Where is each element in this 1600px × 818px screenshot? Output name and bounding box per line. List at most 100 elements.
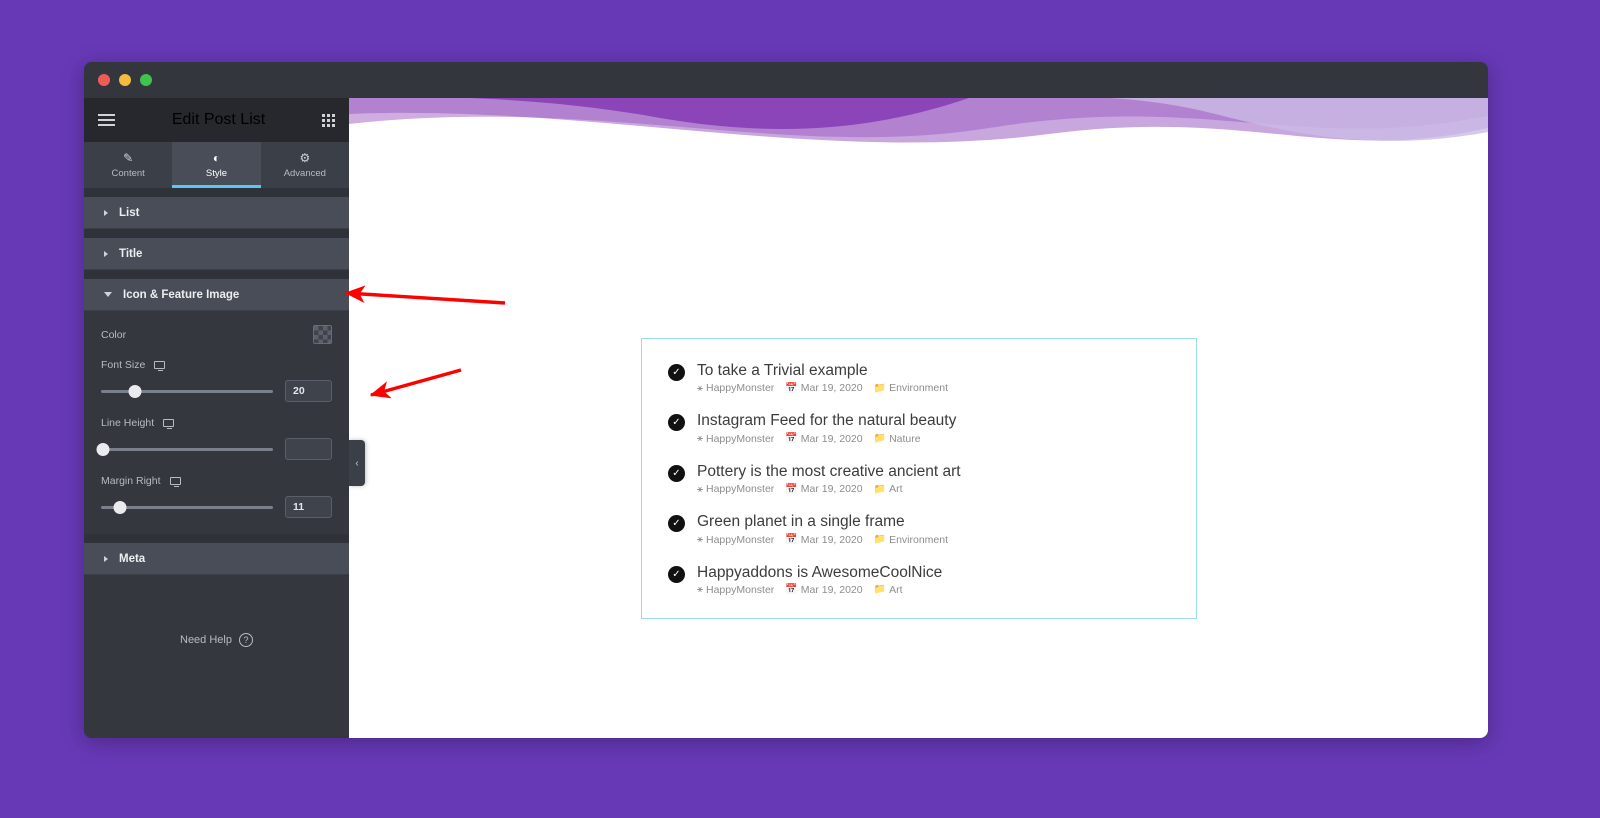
color-control: Color xyxy=(101,325,332,344)
meta-date[interactable]: 📅 Mar 19, 2020 xyxy=(785,534,862,546)
check-circle-icon: ✓ xyxy=(668,565,685,583)
meta-author[interactable]: ⚹ HappyMonster xyxy=(697,534,774,546)
chevron-right-icon xyxy=(104,209,108,216)
close-window-button[interactable] xyxy=(98,74,110,86)
section-divider xyxy=(84,270,349,279)
folder-icon: 📁 xyxy=(873,433,887,445)
user-icon: ⚹ xyxy=(697,534,703,545)
list-item[interactable]: ✓ Green planet in a single frame ⚹ Happy… xyxy=(668,512,1170,546)
post-title[interactable]: Instagram Feed for the natural beauty xyxy=(697,411,956,430)
check-circle-icon: ✓ xyxy=(668,464,685,482)
need-help-link[interactable]: Need Help ? xyxy=(84,575,349,647)
meta-author[interactable]: ⚹ HappyMonster xyxy=(697,483,774,495)
section-divider xyxy=(84,188,349,197)
font-size-slider[interactable] xyxy=(101,384,273,398)
post-meta: ⚹ HappyMonster 📅 Mar 19, 2020 📁 Environm… xyxy=(697,382,948,394)
tab-advanced[interactable]: ⚙ Advanced xyxy=(261,142,349,188)
meta-category-label: Nature xyxy=(889,432,921,445)
editor-panel: Edit Post List ✎ Content ◐ Style ⚙ Advan… xyxy=(84,98,349,738)
section-label-title: Title xyxy=(119,247,143,260)
user-icon: ⚹ xyxy=(697,483,703,495)
slider-knob[interactable] xyxy=(96,442,110,456)
tab-advanced-label: Advanced xyxy=(283,167,326,179)
list-item[interactable]: ✓ Happyaddons is AwesomeCoolNice ⚹ Happy… xyxy=(668,563,1170,596)
section-header-title[interactable]: Title xyxy=(84,238,349,270)
check-circle-icon: ✓ xyxy=(668,515,685,533)
meta-author[interactable]: ⚹ HappyMonster xyxy=(697,433,774,445)
desktop-icon[interactable] xyxy=(154,361,166,372)
tab-content-label: Content xyxy=(111,167,145,179)
section-header-icon-feature-image[interactable]: Icon & Feature Image xyxy=(84,279,349,311)
section-header-meta[interactable]: Meta xyxy=(84,543,349,575)
calendar-icon: 📅 xyxy=(785,584,798,596)
meta-date-label: Mar 19, 2020 xyxy=(800,382,863,395)
line-height-control: Line Height xyxy=(96,417,332,460)
post-title[interactable]: Pottery is the most creative ancient art xyxy=(697,462,961,481)
meta-category[interactable]: 📁 Art xyxy=(874,483,903,495)
post-title[interactable]: Happyaddons is AwesomeCoolNice xyxy=(697,563,942,582)
need-help-label: Need Help xyxy=(180,634,232,646)
calendar-icon: 📅 xyxy=(785,382,798,394)
margin-right-input[interactable]: 11 xyxy=(285,496,332,518)
line-height-input[interactable] xyxy=(285,438,332,460)
tab-style-label: Style xyxy=(205,167,228,179)
post-title[interactable]: To take a Trivial example xyxy=(697,361,948,380)
user-icon: ⚹ xyxy=(697,382,703,394)
desktop-icon[interactable] xyxy=(169,477,181,488)
post-meta: ⚹ HappyMonster 📅 Mar 19, 2020 📁 Art xyxy=(697,483,961,495)
slider-knob[interactable] xyxy=(113,500,127,514)
desktop-icon[interactable] xyxy=(163,419,175,430)
post-title[interactable]: Green planet in a single frame xyxy=(697,512,948,531)
meta-category-label: Environment xyxy=(889,382,949,395)
meta-date[interactable]: 📅 Mar 19, 2020 xyxy=(785,382,862,394)
maximize-window-button[interactable] xyxy=(140,74,152,86)
section-header-list[interactable]: List xyxy=(84,197,349,229)
line-height-slider[interactable] xyxy=(96,442,273,456)
meta-date[interactable]: 📅 Mar 19, 2020 xyxy=(785,584,862,596)
meta-author[interactable]: ⚹ HappyMonster xyxy=(697,382,774,394)
font-size-control: Font Size 20 xyxy=(101,359,332,402)
list-item[interactable]: ✓ Instagram Feed for the natural beauty … xyxy=(668,411,1170,445)
decorative-wave-header xyxy=(349,98,1488,143)
margin-right-label: Margin Right xyxy=(101,475,161,487)
folder-icon: 📁 xyxy=(873,584,887,596)
margin-right-slider[interactable] xyxy=(101,500,273,514)
meta-date[interactable]: 📅 Mar 19, 2020 xyxy=(785,433,862,445)
user-icon: ⚹ xyxy=(697,433,703,445)
post-list-widget[interactable]: ✓ To take a Trivial example ⚹ HappyMonst… xyxy=(641,338,1197,619)
folder-icon: 📁 xyxy=(873,534,887,545)
meta-date[interactable]: 📅 Mar 19, 2020 xyxy=(785,483,862,495)
panel-collapse-handle[interactable]: ‹ xyxy=(349,440,365,486)
transparent-checker-swatch[interactable] xyxy=(313,325,332,344)
hamburger-icon[interactable] xyxy=(98,114,115,126)
question-circle-icon: ? xyxy=(238,633,253,647)
section-label-meta: Meta xyxy=(119,552,146,565)
tab-content[interactable]: ✎ Content xyxy=(84,142,172,188)
meta-author-label: HappyMonster xyxy=(706,583,775,596)
meta-category[interactable]: 📁 Environment xyxy=(874,382,948,394)
meta-category[interactable]: 📁 Art xyxy=(874,584,903,596)
window-titlebar xyxy=(84,62,1488,98)
user-icon: ⚹ xyxy=(697,584,703,596)
check-circle-icon: ✓ xyxy=(668,364,685,381)
font-size-input[interactable]: 20 xyxy=(285,380,332,402)
list-item[interactable]: ✓ To take a Trivial example ⚹ HappyMonst… xyxy=(668,361,1170,394)
calendar-icon: 📅 xyxy=(785,483,798,495)
meta-category-label: Art xyxy=(889,583,903,596)
window-body: Edit Post List ✎ Content ◐ Style ⚙ Advan… xyxy=(84,98,1488,738)
meta-category[interactable]: 📁 Environment xyxy=(874,534,948,546)
meta-author-label: HappyMonster xyxy=(706,483,775,496)
widgets-grid-icon[interactable] xyxy=(322,113,335,127)
meta-author[interactable]: ⚹ HappyMonster xyxy=(697,584,774,596)
section-divider xyxy=(84,534,349,543)
section-divider xyxy=(84,229,349,238)
panel-header: Edit Post List xyxy=(84,98,349,142)
meta-category[interactable]: 📁 Nature xyxy=(874,433,921,445)
tab-style[interactable]: ◐ Style xyxy=(172,142,261,188)
slider-track xyxy=(101,389,273,393)
minimize-window-button[interactable] xyxy=(119,74,131,86)
slider-knob[interactable] xyxy=(128,384,142,398)
meta-date-label: Mar 19, 2020 xyxy=(800,533,863,546)
color-label: Color xyxy=(101,328,127,341)
list-item[interactable]: ✓ Pottery is the most creative ancient a… xyxy=(668,462,1170,495)
